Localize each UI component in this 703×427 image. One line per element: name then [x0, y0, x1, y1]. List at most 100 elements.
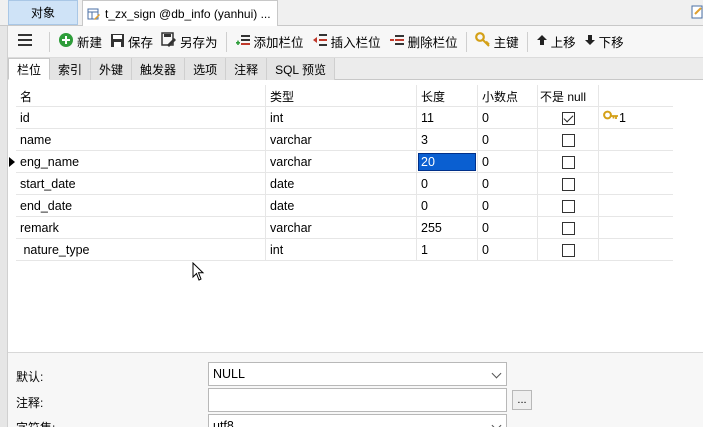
field-decimals-cell[interactable]: 0	[478, 173, 538, 195]
not-null-checkbox[interactable]	[561, 155, 575, 169]
toolbar-separator	[526, 31, 528, 52]
window-tab-bar: 对象 t_zx_sign @db_info (yanhui) ...	[0, 0, 703, 26]
field-type-cell[interactable]: varchar	[266, 151, 417, 173]
default-select[interactable]: NULL	[208, 362, 507, 386]
field-name-cell[interactable]: remark	[16, 217, 266, 239]
table-row[interactable]: remark varchar 255 0	[16, 217, 673, 239]
field-length-cell[interactable]: 11	[417, 107, 478, 129]
key-order: 1	[619, 111, 626, 125]
key-cell: 1	[599, 107, 659, 129]
not-null-cell	[538, 217, 599, 239]
field-type-cell[interactable]: int	[266, 239, 417, 261]
header-decimals[interactable]: 小数点	[478, 85, 538, 107]
field-length-cell[interactable]: 0	[417, 173, 478, 195]
save-button[interactable]: 保存	[106, 30, 157, 54]
not-null-checkbox[interactable]	[561, 111, 575, 125]
field-name-cell[interactable]: nature_type	[16, 239, 266, 261]
add-field-label: 添加栏位	[253, 36, 304, 50]
field-length-cell[interactable]: 0	[417, 195, 478, 217]
field-decimals-cell[interactable]: 0	[478, 129, 538, 151]
objects-tab[interactable]: 对象	[8, 0, 78, 25]
key-cell	[599, 173, 659, 195]
mouse-cursor-icon	[192, 261, 205, 285]
table-design-icon	[87, 7, 101, 21]
move-down-button[interactable]: 下移	[580, 30, 628, 54]
field-length-cell[interactable]: 20	[417, 151, 478, 173]
table-row[interactable]: id int 11 0 1	[16, 107, 673, 129]
field-name-cell[interactable]: name	[16, 129, 266, 151]
save-as-button[interactable]: 另存为	[157, 30, 222, 54]
field-decimals-cell[interactable]: 0	[478, 195, 538, 217]
key-cell	[599, 217, 659, 239]
delete-field-button[interactable]: 删除栏位	[385, 30, 462, 54]
menu-button[interactable]	[8, 30, 45, 54]
save-icon	[110, 33, 128, 51]
table-row[interactable]: name varchar 3 0	[16, 129, 673, 151]
save-label: 保存	[128, 36, 154, 50]
key-icon	[603, 110, 619, 127]
field-type-cell[interactable]: int	[266, 107, 417, 129]
default-label: 默认:	[16, 370, 44, 384]
tab-foreign-keys[interactable]: 外键	[91, 58, 133, 80]
charset-select[interactable]: utf8	[208, 414, 507, 427]
not-null-checkbox[interactable]	[561, 243, 575, 257]
objects-tab-label: 对象	[30, 6, 55, 20]
table-row[interactable]: nature_type int 1 0	[16, 239, 673, 261]
save-as-label: 另存为	[180, 36, 218, 50]
tab-indexes[interactable]: 索引	[50, 58, 92, 80]
field-name-cell[interactable]: id	[16, 107, 266, 129]
header-length[interactable]: 长度	[417, 85, 478, 107]
plus-icon	[58, 32, 77, 51]
default-value: NULL	[213, 367, 245, 381]
primary-key-button[interactable]: 主键	[471, 30, 523, 54]
not-null-checkbox[interactable]	[561, 133, 575, 147]
comment-ellipsis-button[interactable]: ...	[512, 390, 532, 410]
tab-comment[interactable]: 注释	[226, 58, 268, 80]
field-length-cell[interactable]: 255	[417, 217, 478, 239]
header-not-null[interactable]: 不是 null	[538, 85, 599, 107]
tab-triggers[interactable]: 触发器	[132, 58, 186, 80]
field-type-cell[interactable]: varchar	[266, 217, 417, 239]
fields-grid-area: 名 类型 长度 小数点 不是 null id int 11 0 1 name v…	[8, 80, 703, 352]
tab-fields[interactable]: 栏位	[8, 58, 51, 80]
app-icon[interactable]	[690, 4, 703, 20]
table-row[interactable]: eng_name varchar 20 0	[9, 151, 673, 173]
not-null-checkbox[interactable]	[561, 199, 575, 213]
new-button[interactable]: 新建	[54, 30, 106, 54]
header-type[interactable]: 类型	[266, 85, 417, 107]
field-type-cell[interactable]: date	[266, 173, 417, 195]
add-field-button[interactable]: 添加栏位	[231, 30, 308, 54]
field-decimals-cell[interactable]: 0	[478, 239, 538, 261]
field-type-cell[interactable]: date	[266, 195, 417, 217]
not-null-checkbox[interactable]	[561, 221, 575, 235]
field-length-cell[interactable]: 3	[417, 129, 478, 151]
field-length-cell[interactable]: 1	[417, 239, 478, 261]
length-edit-input[interactable]: 20	[418, 153, 476, 171]
field-properties-panel: 默认: NULL 注释: ... 字符集: utf8	[8, 352, 703, 427]
field-name-cell[interactable]: end_date	[16, 195, 266, 217]
add-field-icon	[235, 32, 254, 51]
move-up-button[interactable]: 上移	[532, 30, 580, 54]
field-decimals-cell[interactable]: 0	[478, 217, 538, 239]
key-cell	[599, 151, 659, 173]
field-name-cell[interactable]: eng_name	[16, 151, 266, 173]
header-name[interactable]: 名	[16, 85, 266, 107]
table-design-tab[interactable]: t_zx_sign @db_info (yanhui) ...	[82, 0, 278, 26]
move-up-label: 上移	[550, 36, 576, 50]
field-name-cell[interactable]: start_date	[16, 173, 266, 195]
not-null-checkbox[interactable]	[561, 177, 575, 191]
comment-input[interactable]	[208, 388, 507, 412]
field-decimals-cell[interactable]: 0	[478, 151, 538, 173]
arrow-down-icon	[584, 34, 599, 49]
new-label: 新建	[77, 36, 103, 50]
primary-key-label: 主键	[493, 36, 519, 50]
table-row[interactable]: end_date date 0 0	[16, 195, 673, 217]
table-row[interactable]: start_date date 0 0	[16, 173, 673, 195]
tab-sql-preview[interactable]: SQL 预览	[267, 58, 335, 80]
insert-field-button[interactable]: 插入栏位	[308, 30, 385, 54]
field-type-cell[interactable]: varchar	[266, 129, 417, 151]
tab-options[interactable]: 选项	[185, 58, 227, 80]
field-decimals-cell[interactable]: 0	[478, 107, 538, 129]
not-null-cell	[538, 151, 599, 173]
delete-field-icon	[389, 32, 408, 51]
